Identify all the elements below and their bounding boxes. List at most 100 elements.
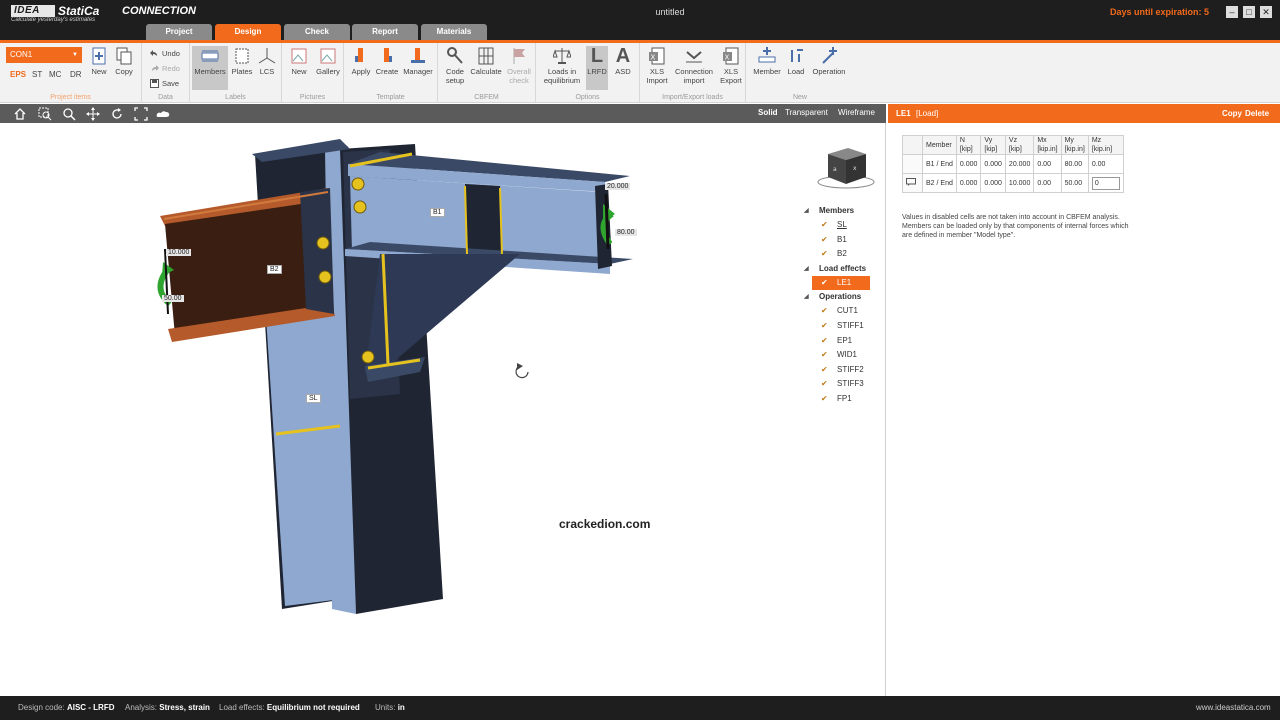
cell-vy[interactable]: 0.000 (980, 173, 1006, 193)
new-item-button[interactable]: New (88, 46, 110, 90)
zoom-extents-icon[interactable] (134, 107, 148, 121)
maximize-button[interactable]: □ (1243, 6, 1255, 18)
panel-delete-button[interactable]: Delete (1245, 104, 1269, 123)
calculate-button[interactable]: Calculate (470, 46, 502, 90)
create-template-button[interactable]: Create (374, 46, 400, 90)
new-member-button[interactable]: Member (750, 46, 784, 90)
zoom-icon[interactable] (62, 107, 76, 121)
code-dr[interactable]: DR (70, 70, 82, 79)
collapse-triangle-icon[interactable]: ◢ (804, 262, 809, 276)
code-eps[interactable]: EPS (10, 70, 26, 79)
tab-design[interactable]: Design (215, 24, 281, 40)
comment-icon[interactable] (906, 178, 916, 186)
member-label-b2[interactable]: B2 (267, 265, 282, 274)
row-header-cell[interactable] (902, 154, 923, 174)
tree-operation-stiff2[interactable]: ✔ STIFF2 (800, 363, 880, 378)
xls-export-button[interactable]: X XLS Export (718, 46, 744, 90)
template-manager-button[interactable]: Manager (400, 46, 436, 90)
code-mc[interactable]: MC (49, 70, 61, 79)
checkbox-checked-icon[interactable]: ✔ (821, 351, 829, 359)
checkbox-checked-icon[interactable]: ✔ (821, 235, 829, 244)
row-header-cell[interactable] (902, 173, 923, 193)
tree-operation-stiff3[interactable]: ✔ STIFF3 (800, 377, 880, 392)
cell-mz-editing[interactable]: 0 (1087, 173, 1124, 193)
cell-mx[interactable]: 0.00 (1033, 154, 1062, 174)
copy-item-button[interactable]: Copy (113, 46, 135, 90)
cell-my[interactable]: 80.00 (1060, 154, 1089, 174)
cell-vy[interactable]: 0.000 (980, 154, 1006, 174)
checkbox-checked-icon[interactable]: ✔ (821, 380, 829, 388)
tab-project[interactable]: Project (146, 24, 212, 40)
new-picture-button[interactable]: New (286, 46, 312, 90)
cell-vz[interactable]: 10.000 (1004, 173, 1035, 193)
tree-operation-wid1[interactable]: ✔ WID1 (800, 348, 880, 363)
cell-n[interactable]: 0.000 (955, 173, 982, 193)
view-mode-solid[interactable]: Solid (758, 108, 778, 117)
checkbox-checked-icon[interactable]: ✔ (821, 278, 829, 287)
apply-template-button[interactable]: Apply (348, 46, 374, 90)
tree-member-b1[interactable]: ✔ B1 (800, 233, 880, 248)
undo-button[interactable]: Undo (150, 47, 180, 60)
checkbox-checked-icon[interactable]: ✔ (821, 394, 829, 403)
checkbox-checked-icon[interactable]: ✔ (821, 307, 829, 315)
connection-select[interactable]: CON1 ▼ (6, 47, 82, 63)
cloud-icon[interactable] (156, 107, 170, 121)
tree-operation-cut1[interactable]: ✔ CUT1 (800, 304, 880, 319)
overall-check-button[interactable]: Overall check (504, 46, 534, 90)
xls-import-button[interactable]: X XLS Import (644, 46, 670, 90)
members-label-button[interactable]: Members (192, 46, 228, 90)
table-row[interactable]: B1 / End 0.000 0.000 20.000 0.00 80.00 0… (902, 154, 1124, 174)
gallery-button[interactable]: Gallery (314, 46, 342, 90)
cell-vz[interactable]: 20.000 (1004, 154, 1035, 174)
view-mode-wireframe[interactable]: Wireframe (838, 108, 875, 117)
zoom-window-icon[interactable] (38, 107, 52, 121)
view-mode-transparent[interactable]: Transparent (785, 108, 828, 117)
member-label-sl[interactable]: SL (306, 394, 321, 403)
save-button[interactable]: Save (150, 77, 179, 90)
minimize-button[interactable]: – (1226, 6, 1238, 18)
checkbox-checked-icon[interactable]: ✔ (821, 336, 829, 345)
member-label-b1[interactable]: B1 (430, 208, 445, 217)
close-button[interactable]: ✕ (1260, 6, 1272, 18)
home-icon[interactable] (13, 107, 27, 121)
tree-operations-header[interactable]: ◢ Operations (800, 290, 880, 304)
checkbox-checked-icon[interactable]: ✔ (821, 250, 829, 258)
tree-members-header[interactable]: ◢ Members (800, 204, 880, 218)
connection-import-button[interactable]: Connection import (672, 46, 716, 90)
new-load-button[interactable]: Load (784, 46, 808, 90)
tree-load-effect-le1[interactable]: ✔ LE1 (812, 275, 870, 291)
rotate-icon[interactable] (110, 107, 124, 121)
pan-icon[interactable] (86, 107, 100, 121)
redo-button[interactable]: Redo (150, 62, 180, 75)
checkbox-checked-icon[interactable]: ✔ (821, 365, 829, 374)
tree-load-effects-header[interactable]: ◢ Load effects (800, 262, 880, 276)
3d-viewport[interactable]: Solid Transparent Wireframe a x B1 B2 SL… (0, 104, 886, 696)
cell-my[interactable]: 50.00 (1060, 173, 1089, 193)
code-setup-button[interactable]: Code setup (442, 46, 468, 90)
table-row[interactable]: B2 / End 0.000 0.000 10.000 0.00 50.00 0 (902, 173, 1124, 193)
status-website-link[interactable]: www.ideastatica.com (1196, 696, 1271, 720)
view-cube[interactable]: a x (817, 148, 875, 189)
collapse-triangle-icon[interactable]: ◢ (804, 204, 809, 218)
lrfd-button[interactable]: L LRFD (586, 46, 608, 90)
cell-mz[interactable]: 0.00 (1087, 154, 1124, 174)
tree-operation-fp1[interactable]: ✔ FP1 (800, 392, 880, 407)
panel-copy-button[interactable]: Copy (1222, 104, 1242, 123)
cell-n[interactable]: 0.000 (955, 154, 982, 174)
tab-report[interactable]: Report (352, 24, 418, 40)
code-st[interactable]: ST (32, 70, 42, 79)
tab-check[interactable]: Check (284, 24, 350, 40)
checkbox-checked-icon[interactable]: ✔ (821, 221, 829, 229)
lcs-label-button[interactable]: LCS (256, 46, 278, 90)
tree-operation-stiff1[interactable]: ✔ STIFF1 (800, 319, 880, 334)
cell-mz-input[interactable]: 0 (1091, 176, 1120, 190)
tree-member-sl[interactable]: ✔ SL (800, 218, 880, 233)
loads-in-equilibrium-button[interactable]: Loads in equilibrium (540, 46, 584, 90)
tab-materials[interactable]: Materials (421, 24, 487, 40)
tree-member-b2[interactable]: ✔ B2 (800, 247, 880, 262)
plates-label-button[interactable]: Plates (230, 46, 254, 90)
checkbox-checked-icon[interactable]: ✔ (821, 321, 829, 330)
asd-button[interactable]: A ASD (612, 46, 634, 90)
collapse-triangle-icon[interactable]: ◢ (804, 290, 809, 304)
new-operation-button[interactable]: Operation (810, 46, 848, 90)
